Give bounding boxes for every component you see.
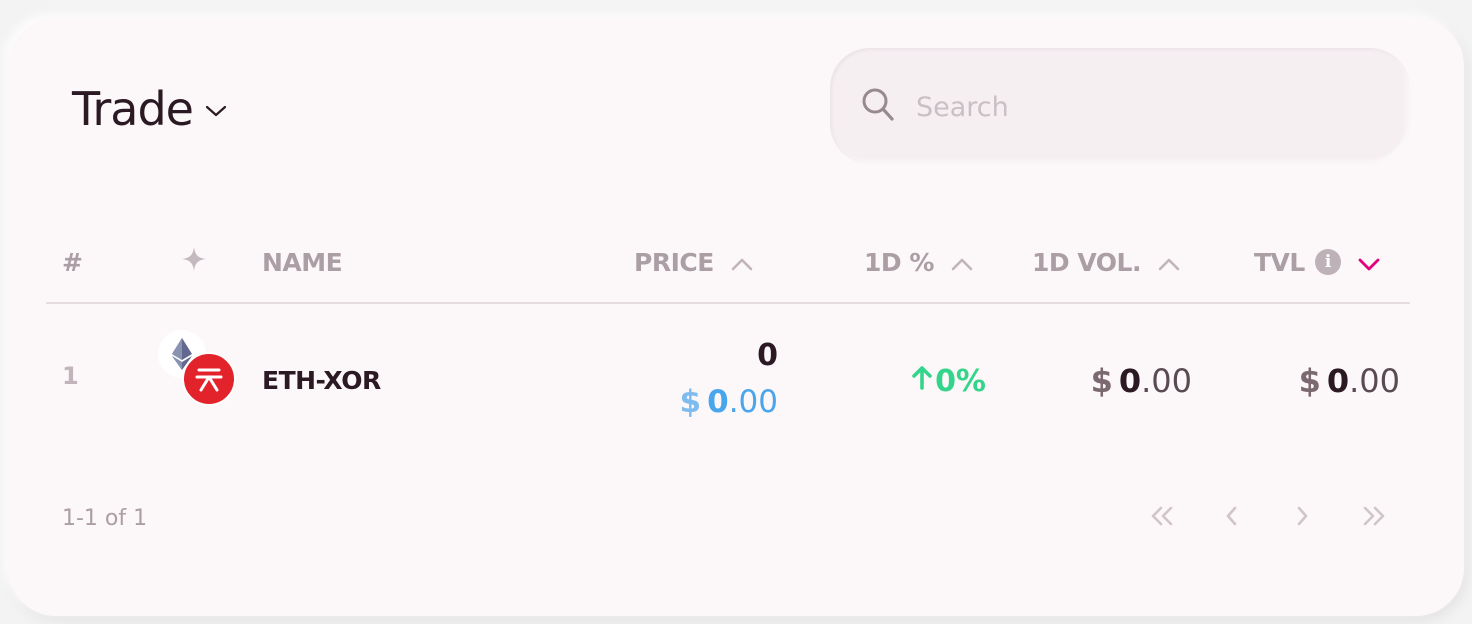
info-icon[interactable]: i	[1314, 249, 1341, 275]
tvl-integer: 0	[1326, 362, 1350, 400]
usd-decimals: .00	[728, 384, 778, 420]
search-box[interactable]	[830, 48, 1410, 164]
tvl-value: $0.00	[1299, 362, 1400, 400]
first-page-button[interactable]	[1140, 498, 1184, 538]
arrow-up-icon	[911, 364, 935, 399]
page-title: Trade	[72, 82, 194, 136]
title-dropdown[interactable]: Trade	[72, 80, 227, 138]
sort-up-icon	[730, 248, 754, 277]
column-header-favorite	[180, 244, 208, 280]
xor-icon	[182, 352, 236, 406]
prev-page-icon	[1224, 505, 1240, 531]
volume-integer: 0	[1118, 362, 1142, 400]
volume-value: $0.00	[1091, 362, 1192, 400]
change-percent: 0%	[935, 364, 986, 399]
search-icon	[860, 86, 896, 128]
usd-integer: 0	[707, 384, 729, 420]
last-page-icon	[1360, 505, 1388, 531]
column-header-price[interactable]: PRICE	[634, 244, 754, 280]
pair-name: ETH-XOR	[262, 366, 381, 395]
last-page-button[interactable]	[1352, 498, 1396, 538]
volume-header-label: 1D VOL.	[1032, 247, 1141, 277]
header-divider	[46, 302, 1410, 304]
price-header-label: PRICE	[634, 247, 714, 277]
sparkle-icon	[180, 245, 208, 279]
column-header-index: #	[62, 247, 83, 277]
pagination-info: 1-1 of 1	[62, 506, 148, 531]
column-header-volume[interactable]: 1D VOL.	[1032, 244, 1181, 280]
volume-symbol: $	[1090, 362, 1113, 400]
change-value: 0%	[911, 364, 986, 399]
sort-up-icon	[950, 248, 974, 277]
tvl-symbol: $	[1298, 362, 1321, 400]
price-usd-value: $0.00	[680, 384, 778, 420]
sort-up-icon	[1157, 248, 1181, 277]
column-header-name: NAME	[262, 247, 343, 277]
column-header-change[interactable]: 1D %	[864, 244, 974, 280]
tvl-header-label: TVL	[1254, 247, 1305, 277]
sort-down-icon	[1357, 248, 1381, 277]
price-value: 0	[757, 338, 778, 373]
change-header-label: 1D %	[864, 247, 934, 277]
next-page-button[interactable]	[1280, 498, 1324, 538]
next-page-icon	[1294, 505, 1310, 531]
chevron-down-icon	[205, 103, 227, 122]
column-header-tvl[interactable]: TVL i	[1254, 244, 1381, 280]
row-index: 1	[62, 362, 79, 390]
first-page-icon	[1148, 505, 1176, 531]
search-input[interactable]	[914, 86, 1378, 128]
usd-symbol: $	[679, 384, 702, 420]
volume-decimals: .00	[1141, 362, 1192, 400]
prev-page-button[interactable]	[1210, 498, 1254, 538]
tvl-decimals: .00	[1349, 362, 1400, 400]
